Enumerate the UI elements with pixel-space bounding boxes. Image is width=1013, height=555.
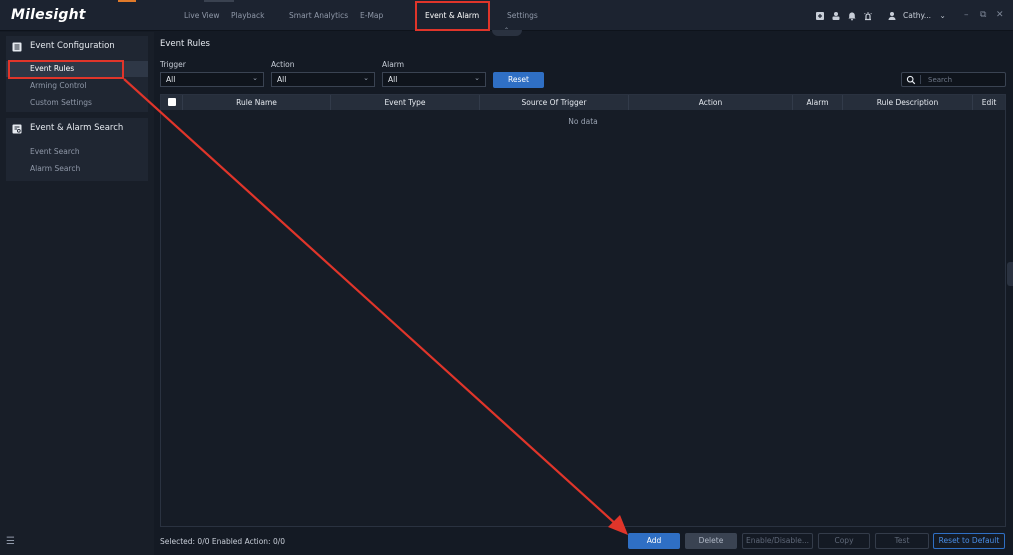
chevron-down-icon: ⌄ [363,74,369,82]
sidebar-item-alarm-search[interactable]: Alarm Search [6,161,148,177]
chevron-down-icon: ⌄ [939,11,946,20]
tab-settings[interactable]: Settings [507,11,538,20]
nav-tab-highlight-box [415,1,490,31]
trigger-select-value: All [166,75,176,84]
sidebar-section-title: Event & Alarm Search [30,123,124,133]
event-rules-table: Rule Name Event Type Source Of Trigger A… [160,94,1006,527]
sidebar-item-label: Alarm Search [30,164,81,173]
sidebar-item-highlight-box [8,60,124,79]
sidebar-section-title: Event Configuration [30,41,115,51]
test-button[interactable]: Test [875,533,929,549]
hamburger-menu-icon[interactable]: ☰ [6,536,15,547]
alarm-filter-label: Alarm [382,60,405,69]
top-accent-bar-secondary [204,0,234,2]
alert-icon[interactable] [863,11,873,21]
user-menu[interactable]: Cathy... ⌄ [903,11,946,20]
chevron-down-icon: ⌄ [474,74,480,82]
sidebar-item-event-search[interactable]: Event Search [6,144,148,160]
trigger-filter-label: Trigger [160,60,186,69]
tab-e-map[interactable]: E-Map [360,11,383,20]
search-list-icon [12,124,22,134]
chevron-up-icon: ⌃ [504,27,510,34]
sidebar-section-event-configuration[interactable]: Event Configuration [6,36,148,58]
sidebar-item-arming-control[interactable]: Arming Control [6,78,148,94]
column-rule-description[interactable]: Rule Description [843,95,973,110]
delete-button[interactable]: Delete [685,533,737,549]
column-edit: Edit [981,98,997,107]
sidebar-section-event-alarm-search[interactable]: Event & Alarm Search [6,118,148,140]
plus-box-icon[interactable] [815,11,825,21]
trigger-select[interactable]: All ⌄ [160,72,264,87]
page-title: Event Rules [160,39,210,49]
column-alarm[interactable]: Alarm [793,95,843,110]
close-icon[interactable]: ✕ [996,10,1004,20]
sidebar-item-custom-settings[interactable]: Custom Settings [6,95,148,111]
user-download-icon[interactable] [831,11,841,21]
enable-disable-button[interactable]: Enable/Disable... [742,533,813,549]
user-name-label: Cathy... [903,11,932,20]
column-action[interactable]: Action [629,95,793,110]
top-accent-bar [118,0,136,2]
sidebar-item-label: Event Search [30,147,80,156]
sidebar-panel-event-alarm-search: Event & Alarm Search Event Search Alarm … [6,118,148,181]
tab-live-view[interactable]: Live View [184,11,220,20]
empty-table-message: No data [568,117,598,126]
action-select-value: All [277,75,287,84]
selection-status: Selected: 0/0 Enabled Action: 0/0 [160,537,286,546]
sidebar-item-label: Arming Control [30,81,87,90]
chevron-down-icon: ⌄ [252,74,258,82]
alarm-select-value: All [388,75,398,84]
search-icon [906,75,916,85]
column-source-of-trigger[interactable]: Source Of Trigger [480,95,629,110]
action-select[interactable]: All ⌄ [271,72,375,87]
search-divider [920,75,921,84]
app-logo: Milesight [11,7,86,23]
reset-button[interactable]: Reset [493,72,544,88]
collapse-header-toggle[interactable]: ⌃ [492,27,522,36]
add-button[interactable]: Add [628,533,680,549]
side-panel-toggle-handle[interactable] [1007,262,1013,286]
list-icon [12,42,22,52]
restore-icon[interactable]: ⧉ [980,10,986,20]
search-input[interactable] [928,74,1003,86]
reset-to-default-button[interactable]: Reset to Default [933,533,1005,549]
search-box[interactable] [901,72,1006,87]
column-rule-name[interactable]: Rule Name [183,95,331,110]
bell-icon[interactable] [847,11,857,21]
alarm-select[interactable]: All ⌄ [382,72,486,87]
user-icon [887,11,897,21]
action-filter-label: Action [271,60,295,69]
tab-playback[interactable]: Playback [231,11,264,20]
minimize-icon[interactable]: – [964,10,969,20]
select-all-checkbox[interactable] [168,98,176,106]
table-header: Rule Name Event Type Source Of Trigger A… [161,95,1005,110]
column-event-type[interactable]: Event Type [331,95,480,110]
select-all-cell [161,95,183,110]
sidebar-item-label: Custom Settings [30,98,92,107]
tab-smart-analytics[interactable]: Smart Analytics [289,11,348,20]
copy-button[interactable]: Copy [818,533,870,549]
